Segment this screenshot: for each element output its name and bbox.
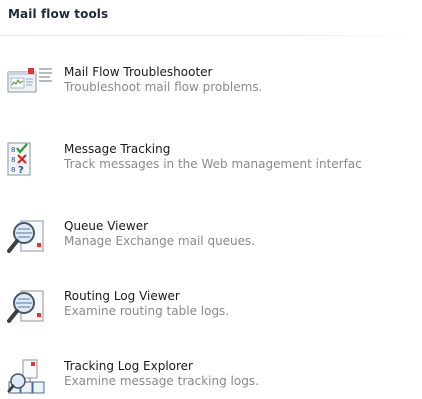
section-title: Mail flow tools xyxy=(8,7,109,21)
tool-description: Track messages in the Web management int… xyxy=(64,157,362,171)
mail-flow-tools-panel: Mail flow tools Mail Flow Troubleshooter… xyxy=(0,0,422,399)
tool-name: Routing Log Viewer xyxy=(64,289,180,303)
tool-message-tracking[interactable]: 8 8 8 ? Message Tracking Track messages … xyxy=(0,142,422,178)
svg-text:8: 8 xyxy=(11,146,15,154)
tool-tracking-log-explorer[interactable]: Tracking Log Explorer Examine message tr… xyxy=(0,359,422,395)
tool-name: Mail Flow Troubleshooter xyxy=(64,65,213,79)
tool-description: Examine message tracking logs. xyxy=(64,374,259,388)
svg-text:8: 8 xyxy=(11,166,15,174)
tool-routing-log-viewer[interactable]: Routing Log Viewer Examine routing table… xyxy=(0,289,422,325)
svg-text:?: ? xyxy=(18,165,24,176)
tool-description: Manage Exchange mail queues. xyxy=(64,234,256,248)
tool-name: Message Tracking xyxy=(64,142,171,156)
magnifier-document-icon xyxy=(7,219,55,255)
tool-mail-flow-troubleshooter[interactable]: Mail Flow Troubleshooter Troubleshoot ma… xyxy=(0,65,422,101)
tool-description: Examine routing table logs. xyxy=(64,304,230,318)
magnifier-document-icon xyxy=(7,289,55,325)
tool-name: Queue Viewer xyxy=(64,219,149,233)
svg-text:8: 8 xyxy=(11,156,15,164)
troubleshooter-icon xyxy=(7,65,55,101)
checklist-icon: 8 8 8 ? xyxy=(7,142,55,178)
tool-queue-viewer[interactable]: Queue Viewer Manage Exchange mail queues… xyxy=(0,219,422,255)
tool-description: Troubleshoot mail flow problems. xyxy=(64,80,263,94)
tool-name: Tracking Log Explorer xyxy=(64,359,193,373)
log-explorer-icon xyxy=(7,359,55,395)
section-divider xyxy=(0,35,422,36)
